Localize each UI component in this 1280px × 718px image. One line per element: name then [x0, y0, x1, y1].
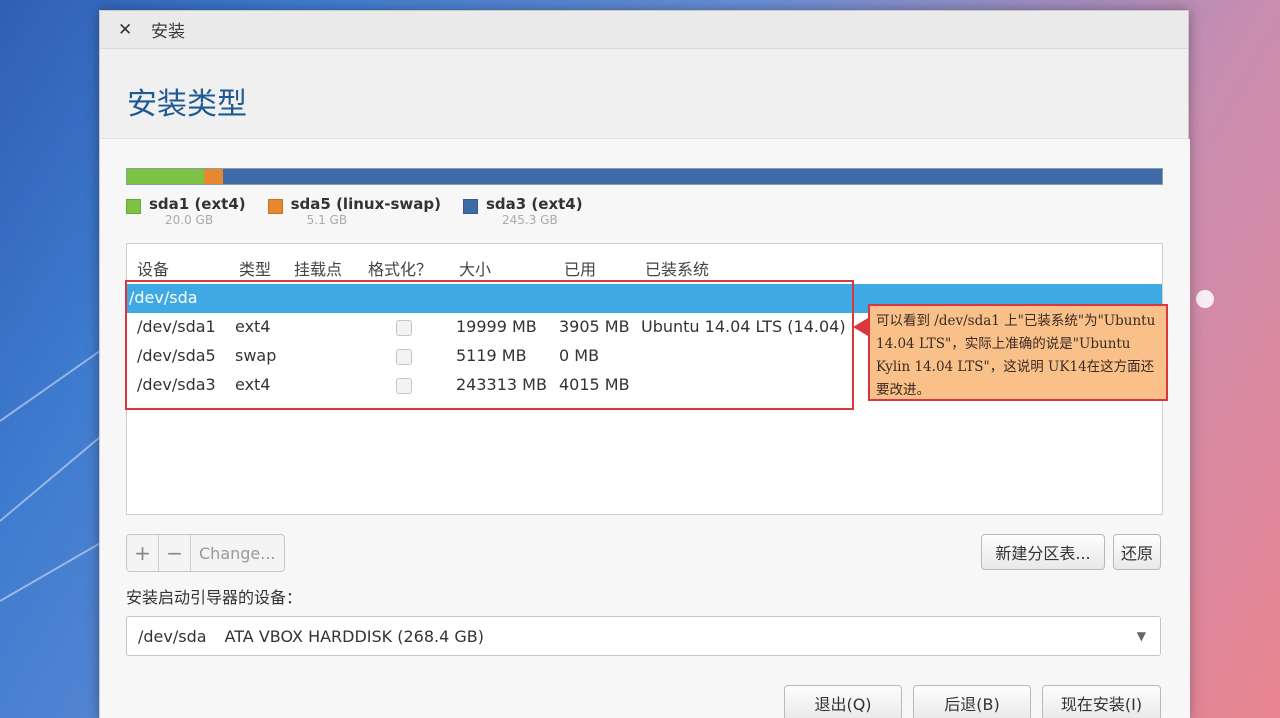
cell-device: /dev/sda [129, 288, 198, 307]
cell-used: 0 MB [559, 346, 600, 365]
cell-size: 5119 MB [456, 346, 527, 365]
boot-device-description: ATA VBOX HARDDISK (268.4 GB) [224, 626, 485, 646]
legend-size: 20.0 GB [165, 213, 214, 227]
col-header-size[interactable]: 大小 [459, 256, 491, 280]
partition-bar-segment [203, 169, 224, 184]
legend-name: sda5 (linux-swap) [290, 195, 441, 213]
cell-size: 19999 MB [456, 317, 537, 336]
partition-bar-segment [127, 169, 204, 184]
partition-bar-segment [223, 169, 1162, 184]
annotation-pointer [853, 318, 868, 336]
annotation-callout: 可以看到 /dev/sda1 上"已装系统"为"Ubuntu 14.04 LTS… [868, 304, 1168, 401]
boot-loader-select[interactable]: /dev/sda ATA VBOX HARDDISK (268.4 GB) ▼ [126, 616, 1161, 656]
legend-item: sda3 (ext4) 245.3 GB [462, 195, 583, 227]
cell-device: /dev/sda5 [137, 346, 216, 365]
partition-toolbar: + − Change... [126, 534, 285, 572]
col-header-system[interactable]: 已装系统 [645, 256, 709, 280]
window-title: 安装 [151, 22, 185, 42]
quit-button[interactable]: 退出(Q) [784, 685, 902, 718]
legend-name: sda3 (ext4) [485, 195, 583, 213]
cell-size: 243313 MB [456, 375, 547, 394]
legend-name: sda1 (ext4) [149, 195, 246, 213]
back-button[interactable]: 后退(B) [913, 685, 1031, 718]
legend-item: sda1 (ext4) 20.0 GB [126, 195, 246, 227]
main-content: sda1 (ext4) 20.0 GB sda5 (linux-swap) 5.1 G… [100, 139, 1190, 718]
col-header-format[interactable]: 格式化？ [368, 256, 432, 280]
close-icon[interactable]: ✕ [118, 20, 138, 40]
legend-swatch [267, 199, 283, 214]
legend-size: 5.1 GB [306, 213, 348, 227]
remove-partition-button[interactable]: − [159, 535, 191, 571]
page-header: 安装类型 [100, 49, 1188, 139]
col-header-used[interactable]: 已用 [564, 256, 596, 280]
title-bar: ✕ 安装 [100, 11, 1188, 49]
cell-type: ext4 [235, 375, 271, 394]
cell-device: /dev/sda3 [137, 375, 216, 394]
cell-type: ext4 [235, 317, 271, 336]
page-title: 安装类型 [127, 87, 247, 122]
cell-used: 3905 MB [559, 317, 630, 336]
legend-text: sda1 (ext4) 20.0 GB [149, 195, 246, 227]
change-partition-button[interactable]: Change... [191, 535, 284, 571]
col-header-device[interactable]: 设备 [137, 256, 169, 280]
legend-item: sda5 (linux-swap) 5.1 GB [267, 195, 441, 227]
cell-device: /dev/sda1 [137, 317, 216, 336]
background-dot [1196, 290, 1214, 308]
boot-loader-label: 安装启动引导器的设备： [126, 588, 303, 607]
cell-used: 4015 MB [559, 375, 630, 394]
partition-usage-bar [126, 168, 1163, 185]
legend-size: 245.3 GB [501, 213, 558, 227]
table-row[interactable]: /dev/sda5 swap 5119 MB 0 MB [127, 342, 852, 371]
legend-swatch [126, 199, 141, 214]
legend-text: sda5 (linux-swap) 5.1 GB [291, 195, 441, 227]
revert-button[interactable]: 还原 [1113, 534, 1161, 570]
chevron-down-icon[interactable]: ▼ [1137, 629, 1146, 643]
partition-legend: sda1 (ext4) 20.0 GB sda5 (linux-swap) 5.1 G… [126, 195, 605, 227]
boot-device: /dev/sda [138, 626, 207, 646]
format-checkbox[interactable] [396, 378, 412, 394]
format-checkbox[interactable] [396, 320, 412, 336]
cell-type: swap [235, 346, 277, 365]
col-header-type[interactable]: 类型 [239, 256, 271, 280]
table-header: 设备 类型 挂载点 格式化？ 大小 已用 已装系统 [127, 244, 1162, 284]
format-checkbox[interactable] [396, 349, 412, 365]
legend-swatch [462, 199, 478, 214]
table-row[interactable]: /dev/sda3 ext4 243313 MB 4015 MB [127, 371, 852, 400]
add-partition-button[interactable]: + [127, 535, 159, 571]
install-now-button[interactable]: 现在安装(I) [1042, 685, 1161, 718]
new-partition-table-button[interactable]: 新建分区表... [981, 534, 1105, 570]
col-header-mount[interactable]: 挂载点 [294, 256, 342, 280]
table-row[interactable]: /dev/sda1 ext4 19999 MB 3905 MB Ubuntu 14.04… [127, 313, 852, 342]
legend-text: sda3 (ext4) 245.3 GB [486, 195, 583, 227]
cell-system: Ubuntu 14.04 LTS (14.04) [641, 317, 846, 336]
